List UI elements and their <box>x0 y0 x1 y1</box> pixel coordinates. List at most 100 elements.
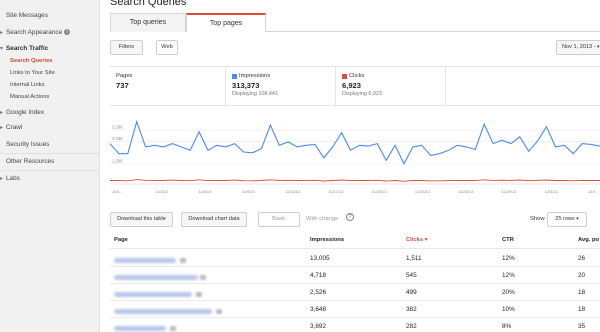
x-tick-label: 11/6/13 <box>199 189 212 194</box>
column-header-ctr[interactable]: CTR <box>502 237 514 243</box>
date-range-dropdown[interactable]: Nov 1, 2013 - <box>556 40 600 55</box>
row-divider <box>110 266 600 267</box>
column-header-avg-position[interactable]: Avg. po <box>578 237 599 243</box>
page-url-link[interactable] <box>114 275 198 280</box>
sidebar-item-site-messages[interactable]: Site Messages <box>6 12 48 19</box>
stat-pages[interactable]: Pages 737 <box>110 67 226 107</box>
page-url-link[interactable] <box>114 258 176 263</box>
help-icon[interactable]: ? <box>346 213 354 221</box>
x-tick-label: 11/9/13 <box>242 189 255 194</box>
avg-position-cell: 18 <box>578 306 586 313</box>
info-icon[interactable]: i <box>64 29 71 36</box>
sidebar-item-search-queries[interactable]: Search Queries <box>10 58 53 64</box>
sidebar-item-search-traffic[interactable]: Search Traffic <box>0 45 48 52</box>
sidebar: Site Messages Search Appearancei Search … <box>0 0 100 332</box>
row-divider <box>110 283 600 284</box>
clicks-cell: 1,511 <box>406 255 422 262</box>
sidebar-item-internal-links[interactable]: Internal Links <box>10 82 44 88</box>
stat-value: 737 <box>116 81 129 90</box>
download-chart-button[interactable]: Download chart data <box>181 212 247 227</box>
external-link-icon[interactable] <box>196 292 202 297</box>
x-tick-label: 11/20/13 <box>372 189 387 194</box>
stat-value: 6,923 <box>342 81 362 90</box>
sidebar-item-labs[interactable]: Labs <box>0 175 20 182</box>
sidebar-item-links-to-your-site[interactable]: Links to Your Site <box>10 70 55 76</box>
external-link-icon[interactable] <box>200 275 206 280</box>
page-title: Search Queries <box>110 0 187 8</box>
download-table-button[interactable]: Download this table <box>110 212 173 227</box>
y-tick-label: 1,200 <box>112 158 123 163</box>
x-tick-label: 11/13/13 <box>285 189 300 194</box>
page-url-link[interactable] <box>114 309 212 314</box>
rows-per-page-dropdown[interactable]: 25 rows <box>547 212 587 227</box>
x-tick-label: 10/1... <box>112 189 123 194</box>
row-divider <box>110 300 600 301</box>
clicks-cell: 382 <box>406 306 417 313</box>
x-tick-label: 11/3/13 <box>155 189 168 194</box>
sidebar-item-manual-actions[interactable]: Manual Actions <box>10 94 49 100</box>
show-label: Show <box>530 216 545 222</box>
series-line-clicks[interactable] <box>110 179 600 182</box>
filters-button[interactable]: Filters <box>110 40 143 55</box>
external-link-icon[interactable] <box>170 326 176 331</box>
ctr-cell: 10% <box>502 306 515 313</box>
clicks-cell: 545 <box>406 272 417 279</box>
ctr-cell: 8% <box>502 323 512 330</box>
impressions-cell: 3,692 <box>310 323 326 330</box>
column-header-impressions[interactable]: Impressions <box>310 237 344 243</box>
x-tick-label: 11/17/13 <box>328 189 343 194</box>
stat-label: Clicks <box>349 73 365 79</box>
stat-clicks[interactable]: Clicks 6,923 Displaying 6,923 <box>336 67 446 107</box>
sidebar-divider <box>0 170 99 171</box>
clicks-cell: 499 <box>406 289 417 296</box>
avg-position-cell: 26 <box>578 255 586 262</box>
sort-desc-icon: ▾ <box>424 237 428 243</box>
x-tick-label: 11/29/13 <box>501 189 516 194</box>
y-tick-label: 2,530 <box>112 136 123 141</box>
page-url-link[interactable] <box>114 292 192 297</box>
page-url-link[interactable] <box>114 326 166 331</box>
ctr-cell: 12% <box>502 272 515 279</box>
line-chart: 3,200 2,530 1,200 10/1... 11/3/13 11/6/13 11/9… <box>110 119 600 194</box>
sidebar-item-label: Search Appearance <box>6 29 63 36</box>
clicks-swatch[interactable] <box>342 73 347 79</box>
sidebar-item-other-resources[interactable]: Other Resources <box>6 158 54 165</box>
avg-position-cell: 20 <box>578 272 586 279</box>
avg-position-cell: 18 <box>578 289 586 296</box>
column-header-page[interactable]: Page <box>114 237 128 243</box>
column-header-label: Clicks <box>406 237 424 243</box>
sidebar-divider <box>0 153 99 154</box>
external-link-icon[interactable] <box>180 258 186 263</box>
impressions-cell: 4,718 <box>310 272 326 279</box>
stat-value: 313,373 <box>232 81 260 90</box>
impressions-swatch[interactable] <box>232 73 237 79</box>
x-tick-label: 11/23/13 <box>415 189 430 194</box>
web-filter-button[interactable]: Web <box>156 40 178 55</box>
ctr-cell: 12% <box>502 255 515 262</box>
stat-subtext: Displaying 108,441 <box>232 91 278 97</box>
x-tick-label: 12/3/13 <box>545 189 558 194</box>
tab-top-queries[interactable]: Top queries <box>110 13 186 32</box>
sidebar-item-security-issues[interactable]: Security Issues <box>6 141 49 148</box>
y-tick-label: 3,200 <box>112 125 123 130</box>
with-change-toggle[interactable]: With change <box>306 216 338 222</box>
row-divider <box>110 317 600 318</box>
sidebar-item-google-index[interactable]: Google Index <box>0 109 44 116</box>
impressions-cell: 2,526 <box>310 289 326 296</box>
column-header-clicks[interactable]: Clicks ▾ <box>406 237 428 243</box>
stat-impressions[interactable]: Impressions 313,373 Displaying 108,441 <box>226 67 336 107</box>
stat-subtext: Displaying 6,923 <box>342 91 382 97</box>
basic-toggle[interactable]: Basic <box>258 212 300 227</box>
tab-top-pages[interactable]: Top pages <box>186 13 266 32</box>
series-line-impressions[interactable] <box>110 119 600 166</box>
stat-label: Impressions <box>239 73 271 79</box>
ctr-cell: 20% <box>502 289 515 296</box>
clicks-cell: 282 <box>406 323 417 330</box>
external-link-icon[interactable] <box>216 309 222 314</box>
impressions-cell: 13,005 <box>310 255 330 262</box>
x-tick-label: 11/26/13 <box>458 189 473 194</box>
stat-label-row: Impressions <box>232 73 335 79</box>
sidebar-item-crawl[interactable]: Crawl <box>0 124 22 131</box>
stats-panel: Pages 737 Impressions 313,373 Displaying… <box>110 66 600 107</box>
sidebar-item-search-appearance[interactable]: Search Appearancei <box>0 29 71 36</box>
